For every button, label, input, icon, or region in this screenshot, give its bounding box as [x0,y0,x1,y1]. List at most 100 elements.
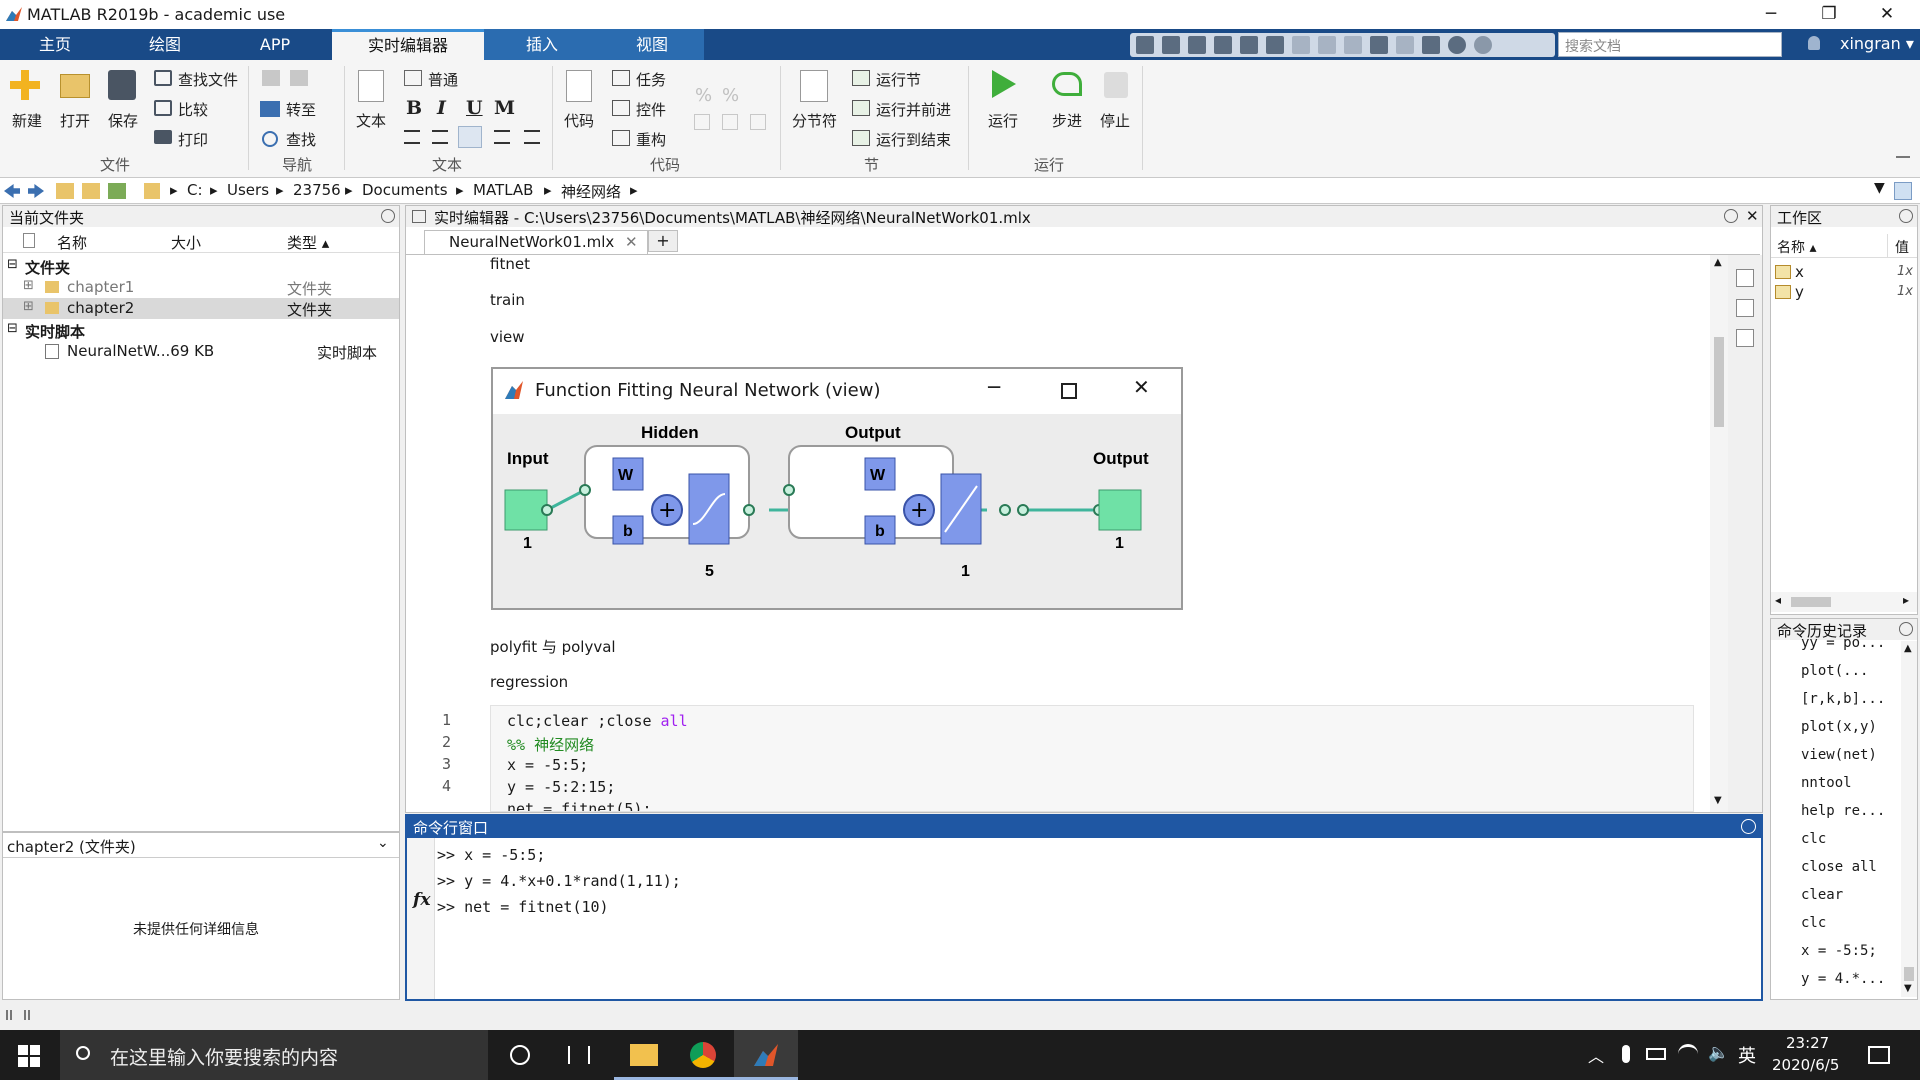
clock-time[interactable]: 23:27 [1786,1034,1829,1052]
bold-button[interactable]: B [406,97,422,119]
chevron-up-icon[interactable]: ︿ [1588,1043,1604,1067]
history-item[interactable]: plot(... [1801,657,1901,685]
close-tab-icon[interactable]: ✕ [625,233,638,251]
run-advance-button[interactable]: 运行并前进 [876,99,951,120]
control-dropdown[interactable]: 控件 [636,99,666,120]
notification-icon[interactable] [1868,1046,1890,1064]
run-section-button[interactable]: 运行节 [876,69,921,90]
wifi-icon[interactable] [1678,1044,1698,1064]
user-menu[interactable]: xingran ▾ [1840,34,1914,53]
paste-icon[interactable] [1344,36,1362,54]
undo-icon[interactable] [1370,36,1388,54]
uncomment-icon[interactable]: % [722,85,739,106]
cut-icon[interactable] [1292,36,1310,54]
panel-menu-icon[interactable] [1741,819,1756,834]
tab-live-editor[interactable]: 实时编辑器 [332,29,484,60]
help-search-icon[interactable] [1188,36,1206,54]
microphone-icon[interactable] [1622,1045,1630,1063]
close-button[interactable]: ✕ [1858,0,1916,29]
task-dropdown[interactable]: 任务 [636,69,666,90]
italic-button[interactable]: I [437,97,446,119]
col-size[interactable]: 大小 [171,232,201,253]
col-value[interactable]: 值 [1895,237,1909,257]
path-segment[interactable]: 神经网络 [561,181,621,202]
new-tab-button[interactable]: + [648,230,678,252]
col-name[interactable]: 名称 [57,232,87,253]
decrease-indent-icon[interactable] [722,114,738,130]
clipboard-icon[interactable] [1162,36,1180,54]
tab-home[interactable]: 主页 [0,29,110,60]
workspace-var[interactable]: x 1x [1771,262,1917,282]
history-item[interactable]: clc [1801,825,1901,853]
redo-icon[interactable] [1396,36,1414,54]
panel-menu-icon[interactable] [1899,622,1913,636]
history-item[interactable]: view(net) [1801,741,1901,769]
list-item[interactable]: ⊞ chapter1 文件夹 [3,277,399,298]
help-icon[interactable] [1448,36,1466,54]
panel-menu-icon[interactable] [381,209,395,223]
figure-maximize-button[interactable] [1061,383,1077,399]
refactor-dropdown[interactable]: 重构 [636,129,666,150]
figure-minimize-button[interactable]: ─ [988,375,1000,399]
file-explorer-taskbar[interactable] [614,1030,674,1080]
chrome-taskbar[interactable] [674,1030,734,1080]
code-block[interactable]: clc;clear ;close all %% 神经网络 x = -5:5; y… [490,705,1694,812]
editor-content[interactable]: fitnet train view Function Fitting Neura… [406,255,1710,812]
compare-button[interactable]: 比较 [178,99,208,120]
scrollbar-thumb[interactable] [1791,597,1831,607]
align-center-icon[interactable] [494,130,510,144]
tab-view[interactable]: 视图 [600,29,704,60]
path-segment[interactable]: Documents [362,181,448,199]
section-break-button[interactable]: 分节符 [792,110,837,131]
tab-insert[interactable]: 插入 [484,29,600,60]
increase-indent-icon[interactable] [750,114,766,130]
browse-folder-icon[interactable] [82,183,100,199]
step-button[interactable]: 步进 [1052,110,1082,131]
history-item[interactable]: yy = po... [1801,629,1901,657]
tab-plots[interactable]: 绘图 [110,29,220,60]
cortana-icon[interactable] [510,1045,530,1065]
find-files-button[interactable]: 查找文件 [178,69,238,90]
history-item[interactable]: nntool [1801,769,1901,797]
stop-button[interactable]: 停止 [1100,110,1130,131]
ime-indicator[interactable]: 英 [1738,1042,1756,1068]
taskbar-search-box[interactable]: 在这里输入你要搜索的内容 [60,1030,488,1080]
run-to-end-button[interactable]: 运行到结束 [876,129,951,150]
community-icon[interactable] [1474,36,1492,54]
list-item[interactable]: NeuralNetW...69 KB 实时脚本 [3,341,399,362]
zoom-icon[interactable] [1214,36,1232,54]
panel-menu-icon[interactable] [1899,209,1913,223]
goto-button[interactable]: 转至 [286,99,316,120]
open-button[interactable]: 打开 [60,110,90,131]
windows-start-icon[interactable] [18,1045,40,1067]
matlab-taskbar[interactable] [734,1030,798,1080]
history-item[interactable]: x = -5:5; [1801,937,1901,965]
code-button[interactable]: 代码 [564,110,594,131]
hide-code-icon[interactable] [1736,329,1754,347]
text-button[interactable]: 文本 [356,110,386,131]
underline-button[interactable]: U [466,97,483,119]
search-folder-icon[interactable] [108,183,126,199]
history-item[interactable]: [r,k,b]... [1801,685,1901,713]
style-dropdown[interactable]: 普通 [428,69,458,90]
wrap-comment-icon[interactable] [694,114,710,130]
col-name[interactable]: 名称 ▴ [1777,237,1816,257]
maximize-button[interactable]: ❐ [1800,0,1858,29]
align-right-icon[interactable] [524,130,540,144]
history-scrollbar[interactable]: ▲ ▼ [1901,641,1917,997]
bullet-list-icon[interactable] [404,130,420,144]
path-dropdown-icon[interactable]: ▼ [1874,180,1885,196]
forward-icon[interactable] [28,184,44,198]
save-icon[interactable] [1266,36,1284,54]
panel-menu-icon[interactable] [1724,209,1738,223]
history-item[interactable]: clear [1801,881,1901,909]
path-segment[interactable]: C: [187,181,203,199]
task-view-icon[interactable] [568,1046,590,1064]
figure-close-button[interactable]: ✕ [1133,375,1150,399]
scrollbar-thumb[interactable] [1714,337,1724,427]
path-segment[interactable]: MATLAB [473,181,533,199]
history-item[interactable]: y = 4.*... [1801,965,1901,993]
numbered-list-icon[interactable] [432,130,448,144]
bell-icon[interactable] [1808,36,1820,50]
find-button[interactable]: 查找 [286,129,316,150]
